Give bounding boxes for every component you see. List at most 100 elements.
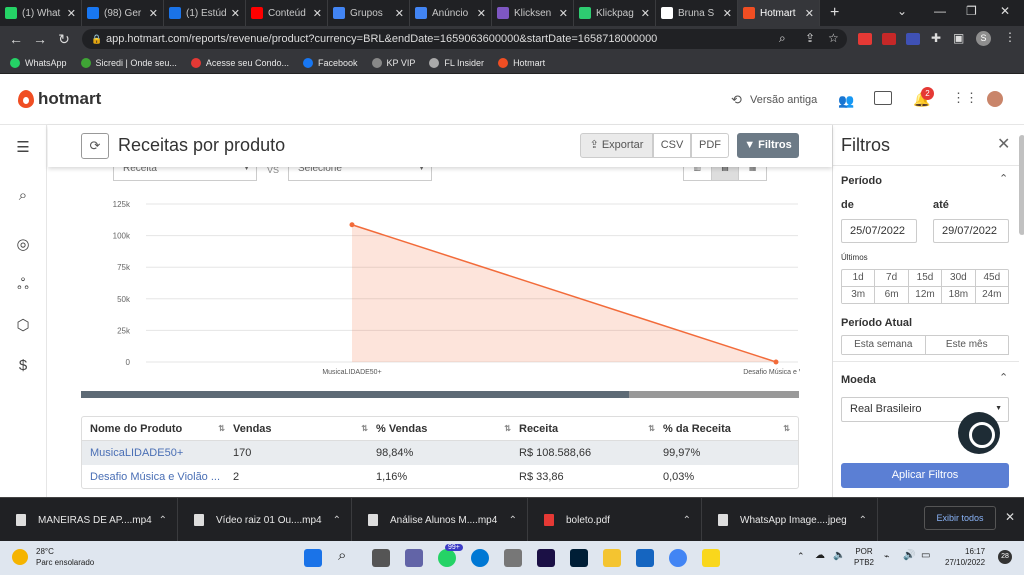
browser-tab[interactable]: Bruna S ✕: [656, 0, 738, 26]
apps-grid-icon[interactable]: ⋮⋮: [952, 90, 978, 106]
browser-tab[interactable]: Anúncio ✕: [410, 0, 492, 26]
chart-horizontal-scrollbar[interactable]: [81, 391, 799, 398]
range-button[interactable]: 3m: [842, 287, 876, 304]
premiere-icon[interactable]: [537, 549, 555, 567]
from-date-input[interactable]: 25/07/2022: [841, 219, 917, 243]
tab-close-icon[interactable]: ✕: [67, 7, 76, 20]
download-options-chevron-icon[interactable]: ⌃: [683, 515, 691, 526]
range-button[interactable]: 18m: [942, 287, 976, 304]
bookmark-item[interactable]: Hotmart: [498, 57, 545, 68]
download-options-chevron-icon[interactable]: ⌃: [859, 515, 867, 526]
extension-badge-icon[interactable]: [906, 33, 920, 45]
filters-scrollbar[interactable]: [1019, 135, 1024, 235]
tab-search-icon[interactable]: ⌄: [897, 4, 907, 18]
notification-center-badge[interactable]: 28: [998, 550, 1012, 564]
browser-tab[interactable]: Klickpag ✕: [574, 0, 656, 26]
minimize-icon[interactable]: —: [934, 4, 946, 18]
column-header[interactable]: Nome do Produto ⇅: [90, 417, 233, 441]
download-options-chevron-icon[interactable]: ⌃: [509, 515, 517, 526]
todo-icon[interactable]: [636, 549, 654, 567]
wifi-icon[interactable]: ⌁: [884, 551, 889, 562]
download-item[interactable]: boleto.pdf ⌃: [528, 498, 702, 542]
browser-tab[interactable]: Conteúd ✕: [246, 0, 328, 26]
sort-icon[interactable]: ⇅: [361, 417, 368, 441]
show-all-downloads-button[interactable]: Exibir todos: [924, 506, 996, 530]
extensions-puzzle-icon[interactable]: ✚: [931, 31, 941, 45]
collapse-period-icon[interactable]: ⌃: [999, 172, 1008, 185]
bookmark-star-icon[interactable]: ☆: [828, 31, 839, 45]
reload-icon[interactable]: ↻: [52, 31, 76, 48]
volume-icon[interactable]: 🔊: [903, 550, 915, 561]
chat-support-button[interactable]: [958, 412, 1000, 454]
windows-start-icon[interactable]: [304, 549, 322, 567]
affiliates-icon[interactable]: ஃ: [14, 276, 32, 294]
teams-icon[interactable]: [405, 549, 423, 567]
column-header[interactable]: % Vendas ⇅: [376, 417, 519, 441]
finance-dollar-icon[interactable]: $: [14, 357, 32, 375]
user-avatar[interactable]: [987, 91, 1003, 107]
chrome-icon[interactable]: [669, 549, 687, 567]
range-button[interactable]: 6m: [875, 287, 909, 304]
download-item[interactable]: WhatsApp Image....jpeg ⌃: [702, 498, 878, 542]
forward-icon[interactable]: →: [28, 31, 52, 47]
to-date-input[interactable]: 29/07/2022: [933, 219, 1009, 243]
download-options-chevron-icon[interactable]: ⌃: [159, 515, 167, 526]
sort-icon[interactable]: ⇅: [648, 417, 655, 441]
sticky-notes-icon[interactable]: [702, 549, 720, 567]
tray-sound-icon[interactable]: 🔈: [833, 550, 845, 561]
data-point[interactable]: [773, 359, 779, 365]
search-icon[interactable]: ⌕: [14, 187, 32, 205]
bookmark-item[interactable]: Sicredi | Onde seu...: [80, 57, 177, 68]
download-item[interactable]: MANEIRAS DE AP....mp4 ⌃: [0, 498, 178, 542]
column-header[interactable]: Receita ⇅: [519, 417, 663, 441]
bookmark-item[interactable]: Acesse seu Condo...: [190, 57, 289, 68]
back-icon[interactable]: ←: [4, 31, 28, 47]
tab-close-icon[interactable]: ✕: [477, 7, 486, 20]
share-icon[interactable]: ⇪: [805, 31, 815, 45]
profile-avatar[interactable]: S: [976, 31, 991, 46]
extension-icon[interactable]: [858, 33, 872, 45]
product-cube-icon[interactable]: ⬡: [14, 317, 32, 335]
range-button[interactable]: 30d: [942, 270, 976, 287]
close-filters-icon[interactable]: ✕: [997, 134, 1010, 154]
users-icon[interactable]: 👥: [838, 93, 854, 109]
menu-hamburger-icon[interactable]: ☰: [14, 139, 32, 157]
whatsapp-icon[interactable]: [438, 549, 456, 567]
sort-icon[interactable]: ⇅: [504, 417, 511, 441]
battery-icon[interactable]: ▭: [921, 550, 930, 561]
sidepanel-icon[interactable]: ▣: [953, 31, 964, 45]
pdf-button[interactable]: PDF: [691, 133, 729, 158]
task-view-icon[interactable]: [372, 549, 390, 567]
this-month-button[interactable]: Este mês: [925, 336, 1009, 355]
filters-button[interactable]: ▼ Filtros: [737, 133, 799, 158]
refresh-button[interactable]: ⟳: [81, 133, 109, 159]
range-button[interactable]: 12m: [908, 287, 943, 304]
hotmart-logo[interactable]: hotmart: [18, 89, 101, 109]
bookmark-item[interactable]: Facebook: [302, 57, 358, 68]
url-input[interactable]: 🔒 app.hotmart.com/reports/revenue/product…: [82, 29, 847, 49]
bookmark-item[interactable]: KP VIP: [371, 57, 415, 68]
chrome-menu-icon[interactable]: ⋮: [1004, 30, 1016, 44]
weather-sun-icon[interactable]: [12, 549, 28, 565]
tab-close-icon[interactable]: ✕: [723, 7, 732, 20]
range-button[interactable]: 1d: [842, 270, 876, 287]
browser-tab[interactable]: (98) Ger ✕: [82, 0, 164, 26]
tab-close-icon[interactable]: ✕: [559, 7, 568, 20]
new-tab-button[interactable]: +: [820, 4, 849, 22]
messages-icon[interactable]: [874, 91, 892, 105]
tab-close-icon[interactable]: ✕: [313, 7, 322, 20]
close-window-icon[interactable]: ✕: [1000, 4, 1010, 18]
column-header[interactable]: Vendas ⇅: [233, 417, 376, 441]
download-options-chevron-icon[interactable]: ⌃: [333, 515, 341, 526]
old-version-link[interactable]: Versão antiga: [750, 94, 817, 106]
photoshop-icon[interactable]: [570, 549, 588, 567]
target-icon[interactable]: ◎: [14, 236, 32, 254]
edge-icon[interactable]: [471, 549, 489, 567]
extension-pdf-icon[interactable]: [882, 33, 896, 45]
weather-widget[interactable]: 28°C Parc ensolarado: [36, 546, 94, 568]
range-button[interactable]: 7d: [875, 270, 909, 287]
bookmark-item[interactable]: FL Insider: [429, 57, 484, 68]
column-header[interactable]: % da Receita ⇅: [663, 417, 798, 441]
browser-tab[interactable]: Klicksen ✕: [492, 0, 574, 26]
close-downloads-icon[interactable]: ✕: [1005, 510, 1015, 524]
